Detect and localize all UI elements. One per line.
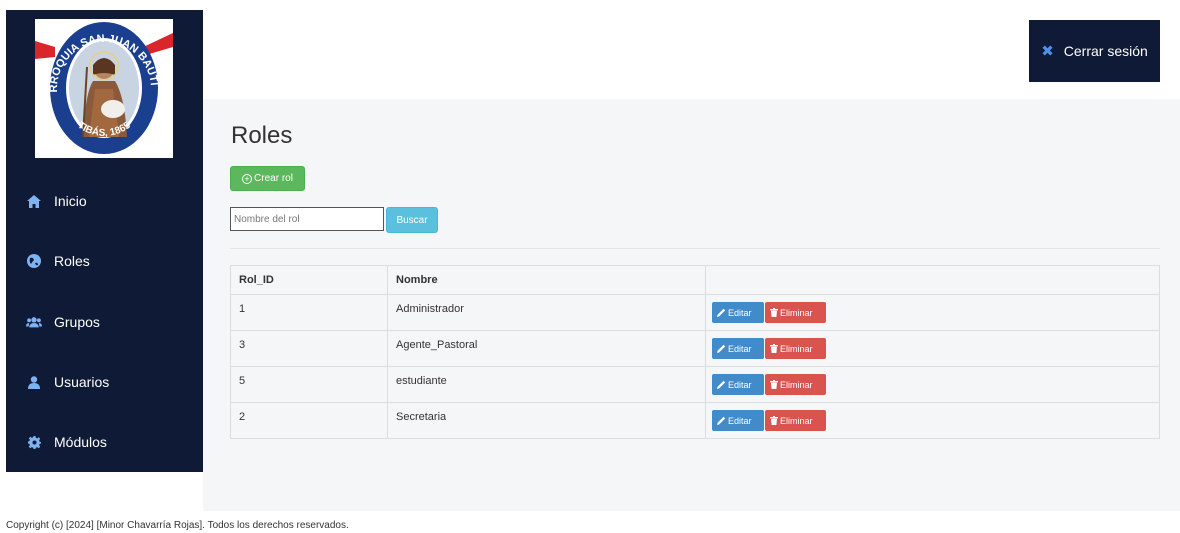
home-icon — [26, 193, 42, 209]
table-row: 1 Administrador Editar Eliminar — [230, 294, 1160, 331]
column-header-nombre: Nombre — [387, 265, 706, 295]
sidebar-item-label: Inicio — [54, 193, 87, 209]
sidebar-item-modulos[interactable]: Módulos — [6, 422, 203, 462]
search-button[interactable]: Buscar — [386, 207, 438, 233]
pencil-icon — [717, 308, 726, 317]
sidebar-item-usuarios[interactable]: Usuarios — [6, 362, 203, 402]
footer-copyright: Copyright (c) [2024] [Minor Chavarría Ro… — [6, 520, 349, 531]
delete-button[interactable]: Eliminar — [765, 374, 826, 395]
pencil-icon — [717, 416, 726, 425]
cell-nombre: Secretaria — [387, 402, 706, 439]
edit-button[interactable]: Editar — [712, 410, 764, 431]
pencil-icon — [717, 380, 726, 389]
sidebar: PARROQUIA SAN JUAN BAUTISTA TIBÁS, 1865 … — [6, 10, 203, 472]
delete-button[interactable]: Eliminar — [765, 338, 826, 359]
cell-actions: Editar Eliminar — [705, 402, 1160, 439]
trash-icon — [770, 380, 778, 389]
delete-button[interactable]: Eliminar — [765, 302, 826, 323]
create-role-label: Crear rol — [254, 173, 293, 184]
create-role-button[interactable]: + Crear rol — [230, 166, 305, 191]
delete-label: Eliminar — [780, 379, 813, 390]
cell-nombre: estudiante — [387, 366, 706, 403]
roles-table: Rol_ID Nombre 1 Administrador Editar Elim… — [230, 265, 1160, 439]
cell-actions: Editar Eliminar — [705, 366, 1160, 403]
edit-button[interactable]: Editar — [712, 338, 764, 359]
sidebar-item-label: Roles — [54, 253, 90, 269]
divider — [230, 248, 1160, 249]
edit-label: Editar — [728, 415, 752, 426]
cell-rol-id: 3 — [230, 330, 388, 367]
pencil-icon — [717, 344, 726, 353]
user-icon — [26, 374, 42, 390]
search-button-label: Buscar — [396, 214, 428, 226]
logout-label: Cerrar sesión — [1063, 43, 1148, 59]
edit-button[interactable]: Editar — [712, 374, 764, 395]
cell-actions: Editar Eliminar — [705, 294, 1160, 331]
sidebar-item-label: Grupos — [54, 314, 100, 330]
add-circle-icon: + — [242, 173, 253, 184]
cell-actions: Editar Eliminar — [705, 330, 1160, 367]
edit-label: Editar — [728, 379, 752, 390]
sidebar-item-label: Módulos — [54, 434, 107, 450]
cell-nombre: Agente_Pastoral — [387, 330, 706, 367]
column-header-actions — [705, 265, 1160, 295]
column-header-rol-id: Rol_ID — [230, 265, 388, 295]
delete-label: Eliminar — [780, 307, 813, 318]
users-icon — [26, 314, 42, 330]
delete-button[interactable]: Eliminar — [765, 410, 826, 431]
sidebar-item-inicio[interactable]: Inicio — [6, 181, 203, 221]
trash-icon — [770, 344, 778, 353]
gear-icon — [26, 434, 42, 450]
table-row: 2 Secretaria Editar Eliminar — [230, 402, 1160, 439]
parish-logo: PARROQUIA SAN JUAN BAUTISTA TIBÁS, 1865 — [35, 19, 173, 158]
role-name-search-input[interactable] — [230, 207, 384, 231]
edit-button[interactable]: Editar — [712, 302, 764, 323]
table-row: 3 Agente_Pastoral Editar Eliminar — [230, 330, 1160, 367]
sidebar-item-roles[interactable]: Roles — [6, 241, 203, 281]
cell-rol-id: 5 — [230, 366, 388, 403]
cell-nombre: Administrador — [387, 294, 706, 331]
cell-rol-id: 1 — [230, 294, 388, 331]
page-title: Roles — [231, 122, 293, 149]
delete-label: Eliminar — [780, 415, 813, 426]
table-row: 5 estudiante Editar Eliminar — [230, 366, 1160, 403]
globe-icon — [26, 253, 42, 269]
table-header-row: Rol_ID Nombre — [230, 265, 1160, 295]
edit-label: Editar — [728, 307, 752, 318]
trash-icon — [770, 416, 778, 425]
sidebar-item-grupos[interactable]: Grupos — [6, 302, 203, 342]
logout-button[interactable]: ✖ Cerrar sesión — [1029, 20, 1160, 82]
close-icon: ✖ — [1041, 43, 1054, 60]
edit-label: Editar — [728, 343, 752, 354]
delete-label: Eliminar — [780, 343, 813, 354]
sidebar-item-label: Usuarios — [54, 374, 110, 390]
cell-rol-id: 2 — [230, 402, 388, 439]
trash-icon — [770, 308, 778, 317]
